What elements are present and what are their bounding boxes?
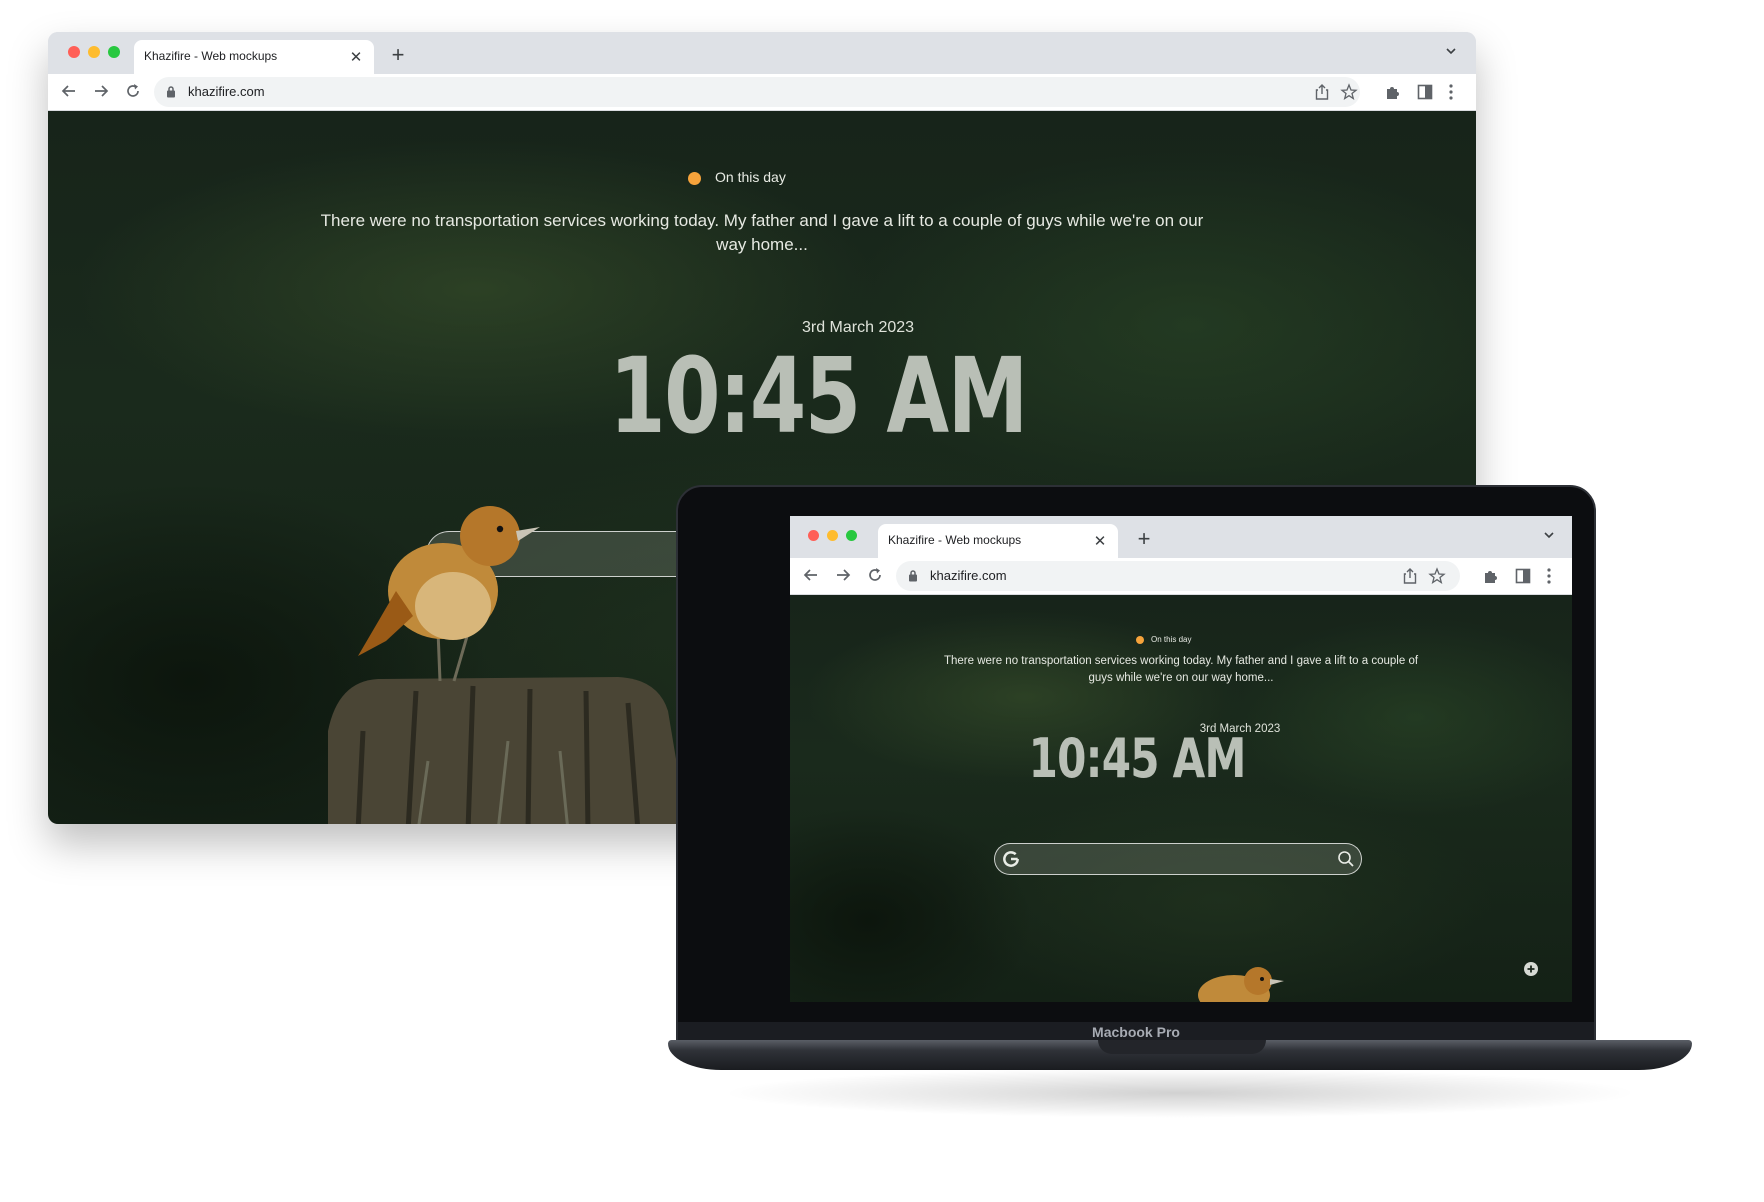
close-icon[interactable]: ✕: [1092, 532, 1108, 550]
kebab-menu-icon[interactable]: [1448, 83, 1454, 106]
search-icon[interactable]: [1337, 850, 1355, 873]
add-icon[interactable]: [1523, 961, 1539, 982]
active-tab[interactable]: Khazifire - Web mockups ✕: [134, 40, 374, 74]
extensions-icon[interactable]: [1384, 83, 1402, 106]
chevron-down-icon[interactable]: [1444, 44, 1458, 63]
close-window-button[interactable]: [808, 530, 819, 541]
kebab-menu-icon[interactable]: [1546, 567, 1552, 590]
back-arrow-icon[interactable]: [802, 566, 820, 589]
reload-icon[interactable]: [866, 566, 884, 589]
tab-title: Khazifire - Web mockups: [144, 49, 278, 63]
share-icon[interactable]: [1314, 83, 1330, 106]
on-this-day-text: On this day: [715, 169, 786, 185]
laptop-tab-strip: Khazifire - Web mockups ✕ +: [790, 516, 1572, 558]
bookmark-star-icon[interactable]: [1340, 83, 1358, 106]
memory-quote: There were no transportation services wo…: [943, 655, 1419, 684]
minimize-window-button[interactable]: [88, 46, 100, 58]
browser-toolbar: khazifire.com: [48, 74, 1476, 111]
laptop-hinge-notch: [1098, 1040, 1266, 1054]
plus-icon[interactable]: +: [1134, 526, 1154, 552]
tab-strip: Khazifire - Web mockups ✕ +: [48, 32, 1476, 74]
plus-icon[interactable]: +: [388, 42, 408, 68]
back-arrow-icon[interactable]: [60, 82, 78, 105]
memory-quote: There were no transportation services wo…: [320, 211, 1204, 254]
close-icon[interactable]: ✕: [348, 48, 364, 66]
clock-time: 10:45 AM: [1028, 727, 1247, 790]
maximize-window-button[interactable]: [108, 46, 120, 58]
side-panel-icon[interactable]: [1514, 567, 1532, 590]
tab-title: Khazifire - Web mockups: [888, 533, 1022, 547]
lock-icon[interactable]: [908, 569, 918, 587]
laptop-browser-toolbar: khazifire.com: [790, 558, 1572, 595]
laptop-active-tab[interactable]: Khazifire - Web mockups ✕: [878, 524, 1118, 558]
laptop-chin: Macbook Pro: [678, 1022, 1594, 1042]
laptop-page-content: On this day There were no transportation…: [790, 595, 1572, 1002]
extensions-icon[interactable]: [1482, 567, 1500, 590]
bird-on-stump-image: [328, 506, 687, 824]
on-this-day-text: On this day: [1151, 635, 1192, 644]
forward-arrow-icon[interactable]: [92, 82, 110, 105]
google-g-icon: [1001, 849, 1021, 874]
google-search-bar[interactable]: [994, 843, 1362, 875]
side-panel-icon[interactable]: [1416, 83, 1434, 106]
accent-dot: [688, 171, 701, 185]
on-this-day-label: On this day: [1136, 635, 1191, 644]
chevron-down-icon[interactable]: [1542, 528, 1556, 547]
maximize-window-button[interactable]: [846, 530, 857, 541]
minimize-window-button[interactable]: [827, 530, 838, 541]
laptop-shadow: [720, 1068, 1640, 1118]
bookmark-star-icon[interactable]: [1428, 567, 1446, 590]
forward-arrow-icon[interactable]: [834, 566, 852, 589]
share-icon[interactable]: [1402, 567, 1418, 590]
accent-dot: [1136, 635, 1144, 644]
device-label: Macbook Pro: [1092, 1024, 1180, 1040]
address-bar[interactable]: khazifire.com: [896, 561, 1460, 591]
reload-icon[interactable]: [124, 82, 142, 105]
bird-peek-image: [1198, 967, 1284, 1002]
lock-icon[interactable]: [166, 85, 176, 103]
address-bar[interactable]: khazifire.com: [154, 77, 1360, 107]
laptop-browser-window: Khazifire - Web mockups ✕ + khazifire.co…: [790, 516, 1572, 1002]
close-window-button[interactable]: [68, 46, 80, 58]
url-text: khazifire.com: [188, 84, 265, 99]
on-this-day-label: On this day: [688, 169, 786, 185]
url-text: khazifire.com: [930, 568, 1007, 583]
